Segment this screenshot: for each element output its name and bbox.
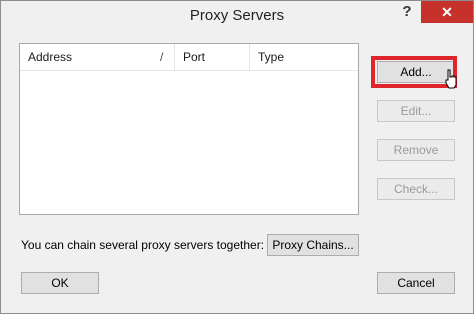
cancel-button[interactable]: Cancel (377, 272, 455, 294)
ok-button[interactable]: OK (21, 272, 99, 294)
list-header: Address / Port Type (20, 44, 358, 71)
column-port[interactable]: Port (175, 44, 250, 70)
column-address[interactable]: Address (20, 44, 175, 70)
check-button[interactable]: Check... (377, 178, 455, 200)
hand-cursor-icon (445, 69, 457, 89)
close-button[interactable]: ✕ (421, 1, 473, 23)
column-type[interactable]: Type (250, 44, 358, 70)
help-button[interactable]: ? (395, 1, 419, 23)
proxy-servers-dialog: Proxy Servers ? ✕ Address / Port Type Ad… (0, 0, 474, 314)
remove-button[interactable]: Remove (377, 139, 455, 161)
chain-description: You can chain several proxy servers toge… (21, 238, 265, 252)
close-icon: ✕ (441, 4, 453, 20)
sort-indicator: / (160, 50, 164, 64)
proxy-list[interactable]: Address / Port Type (19, 43, 359, 215)
proxy-chains-button[interactable]: Proxy Chains... (267, 234, 359, 256)
title-bar[interactable]: Proxy Servers ? ✕ (1, 1, 473, 31)
edit-button[interactable]: Edit... (377, 100, 455, 122)
